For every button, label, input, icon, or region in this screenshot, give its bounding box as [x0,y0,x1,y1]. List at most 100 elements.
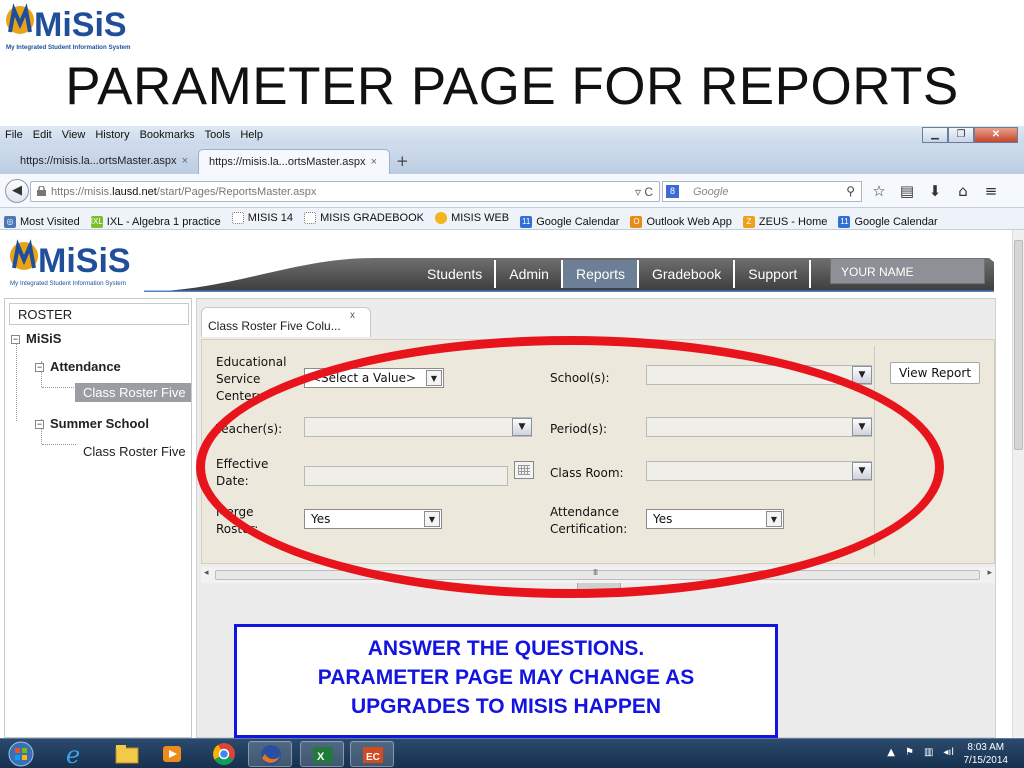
scroll-right-icon[interactable]: ▸ [987,568,992,578]
bookmark-item[interactable]: MISIS GRADEBOOK [300,208,428,224]
app-misis-logo[interactable]: MiSiS My Integrated Student Information … [8,238,148,288]
chevron-down-icon[interactable]: ▼ [852,418,872,436]
google-search-icon[interactable]: 8 [666,185,679,198]
merge-roster-label: Merge Roster: [216,505,259,536]
tab-close-icon[interactable]: × [182,155,188,167]
menu-file[interactable]: File [0,126,28,141]
menu-bookmarks[interactable]: Bookmarks [135,126,200,141]
bookmark-item[interactable]: Z ZEUS - Home [739,212,831,228]
tree-item-label: Class Roster Five [75,383,191,402]
powerpoint-icon[interactable]: EC [350,741,394,767]
volume-icon[interactable]: ◂ıl [943,747,954,758]
minimize-icon[interactable]: ▁ [922,127,948,143]
chevron-down-icon[interactable]: ▼ [852,462,872,480]
browser-tab-1[interactable]: https://misis.la...ortsMaster.aspx × [0,149,200,174]
action-center-flag-icon[interactable]: ⚑ [905,747,914,758]
tray-expand-icon[interactable]: ▲ [887,747,895,758]
collapse-icon[interactable]: − [35,363,44,373]
schools-select[interactable]: ▼ [646,365,872,385]
chrome-icon[interactable] [202,741,246,767]
chevron-down-icon[interactable]: ▼ [852,366,872,384]
nav-reports[interactable]: Reports [562,260,639,288]
tree-group-summer-school[interactable]: − Summer School [35,416,149,431]
scroll-thumb[interactable] [215,570,980,580]
menu-hamburger-icon[interactable]: ≡ [982,182,1000,200]
tree-item-selected[interactable]: Class Roster Five [75,383,191,402]
reload-icon[interactable]: ▿ C [635,185,653,199]
nav-admin[interactable]: Admin [496,260,563,288]
bookmark-item[interactable]: 11 Google Calendar [516,212,623,228]
menu-help[interactable]: Help [235,126,268,141]
bookmark-item[interactable]: IXL IXL - Algebra 1 practice [87,212,225,228]
class-room-label: Class Room: [550,466,624,480]
back-arrow-icon[interactable]: ◀ [5,179,29,203]
report-tab-close-icon[interactable]: x [350,310,355,321]
effective-date-input[interactable] [304,466,508,486]
new-tab-button[interactable]: + [396,152,409,170]
tab-close-icon[interactable]: × [371,156,377,168]
chevron-down-icon[interactable]: ▼ [766,511,782,527]
internet-explorer-icon[interactable]: e [52,741,96,768]
slide-logo-text: MiSiS [34,6,127,44]
tree-group-label: Attendance [50,359,121,374]
chevron-down-icon[interactable]: ▼ [426,370,442,386]
nav-gradebook[interactable]: Gradebook [639,260,736,288]
horizontal-scrollbar[interactable]: ◂ III ▸ [201,567,995,583]
bookmark-item[interactable]: 11 Google Calendar [834,212,941,228]
scroll-left-icon[interactable]: ◂ [204,568,209,578]
panel-collapse-handle[interactable] [577,583,621,591]
menu-edit[interactable]: Edit [28,126,57,141]
attendance-cert-value: Yes [653,512,673,526]
tree-group-attendance[interactable]: − Attendance [35,359,121,374]
media-player-icon[interactable] [150,741,194,767]
calendar-icon: 11 [838,216,851,228]
excel-icon[interactable]: X [300,741,344,767]
nav-students[interactable]: Students [414,260,497,288]
taskbar-clock[interactable]: 8:03 AM 7/15/2014 [964,741,1009,767]
esc-value: <Select a Value> [311,371,417,385]
reading-list-icon[interactable]: ▤ [898,182,916,200]
report-tab[interactable]: Class Roster Five Colu... x [201,307,371,337]
attendance-cert-select[interactable]: Yes ▼ [646,509,784,529]
magnifier-icon[interactable]: ⚲ [846,184,855,198]
class-room-select[interactable]: ▼ [646,461,872,481]
tree-item[interactable]: Class Roster Five [83,444,186,459]
download-icon[interactable]: ⬇ [926,182,944,200]
browser-tab-2[interactable]: https://misis.la...ortsMaster.aspx × [198,149,390,174]
bookmark-item[interactable]: ◎ Most Visited [0,212,84,228]
page-scroll-thumb[interactable] [1014,240,1023,450]
collapse-icon[interactable]: − [35,420,44,430]
home-icon[interactable]: ⌂ [954,182,972,200]
bookmark-item[interactable]: MISIS 14 [228,208,297,224]
periods-select[interactable]: ▼ [646,417,872,437]
teachers-select[interactable]: ▼ [304,417,532,437]
nav-support[interactable]: Support [735,260,812,288]
esc-select[interactable]: <Select a Value> ▼ [304,368,444,388]
file-explorer-icon[interactable] [104,741,148,767]
menu-history[interactable]: History [90,126,134,141]
restore-icon[interactable]: ❐ [948,127,974,143]
menu-view[interactable]: View [57,126,91,141]
network-icon[interactable]: ▥ [924,747,933,758]
bookmark-star-icon[interactable]: ☆ [870,182,888,200]
merge-roster-select[interactable]: Yes ▼ [304,509,442,529]
bookmark-item[interactable]: MISIS WEB [431,208,513,224]
start-orb-icon[interactable] [4,741,40,767]
note-line-2: PARAMETER PAGE MAY CHANGE AS [317,666,695,689]
address-bar[interactable]: https://misis.lausd.net/start/Pages/Repo… [30,181,660,202]
page-vertical-scrollbar[interactable] [1012,230,1024,738]
collapse-icon[interactable]: − [11,335,20,345]
tree-root[interactable]: − MiSiS [11,331,61,346]
menu-tools[interactable]: Tools [200,126,236,141]
chevron-down-icon[interactable]: ▼ [512,418,532,436]
search-input[interactable]: 8 Google ⚲ [662,181,862,202]
chevron-down-icon[interactable]: ▼ [424,511,440,527]
scroll-grip: III [593,568,598,577]
view-report-button[interactable]: View Report [890,362,980,384]
calendar-icon[interactable] [514,461,534,479]
bookmark-item[interactable]: O Outlook Web App [626,212,735,228]
close-icon[interactable]: ✕ [974,127,1018,143]
firefox-icon[interactable] [248,741,292,767]
user-name-box[interactable]: YOUR NAME [830,258,985,284]
report-search-input[interactable]: ROSTER [9,303,189,325]
